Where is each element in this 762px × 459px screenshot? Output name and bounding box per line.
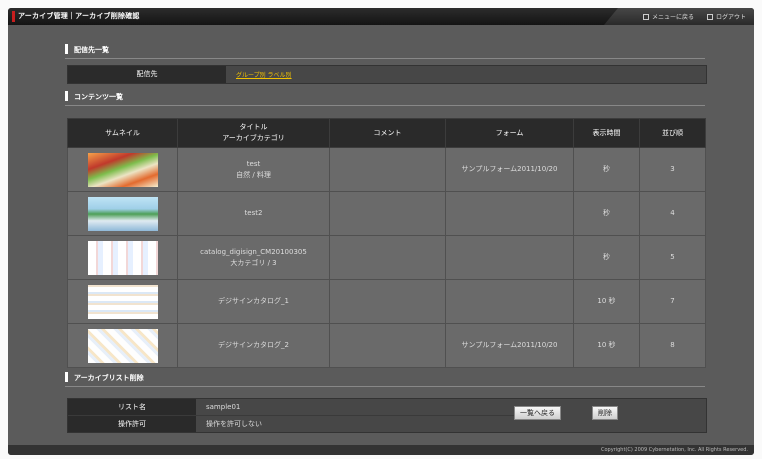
comment-cell	[329, 279, 446, 324]
thumbnail-image[interactable]	[87, 196, 158, 231]
form-cell	[445, 279, 574, 324]
logout-link-label: ログアウト	[715, 14, 746, 21]
logout-link[interactable]: ログアウト	[706, 12, 746, 21]
logout-icon	[706, 14, 713, 20]
time-cell: 秒	[573, 147, 640, 192]
contents-table: サムネイル タイトルアーカイブカテゴリ コメント フォーム 表示時間 並び順 t…	[67, 118, 706, 368]
list-name-label: リスト名	[68, 399, 196, 415]
comment-cell	[329, 235, 446, 280]
time-cell: 秒	[573, 191, 640, 236]
title-cell: デジサインカタログ_1	[177, 279, 330, 324]
section-delete-heading: アーカイブリスト削除	[65, 372, 705, 387]
thumbnail-image[interactable]	[87, 152, 158, 187]
thumbnail-image[interactable]	[87, 284, 158, 319]
table-row: test2 秒 4	[67, 191, 706, 236]
menu-link[interactable]: メニューに戻る	[642, 12, 694, 21]
thumbnail-cell	[67, 323, 178, 368]
title-cell: test 自然 / 料理	[177, 147, 330, 192]
thumbnail-cell	[67, 191, 178, 236]
col-title: タイトルアーカイブカテゴリ	[177, 118, 330, 148]
comment-cell	[329, 147, 446, 192]
brand-mark	[12, 11, 15, 22]
section-title: 配信先一覧	[74, 46, 109, 54]
order-cell: 3	[639, 147, 706, 192]
section-title: アーカイブリスト削除	[74, 374, 144, 382]
app-window: アーカイブ管理｜アーカイブ削除確認 メニューに戻る ログアウト 配信先一覧 配信…	[8, 8, 754, 455]
form-cell: サンプルフォーム2011/10/20	[445, 323, 574, 368]
section-marker	[65, 44, 68, 54]
footer-copyright: Copyright(C) 2009 Cybernetation, Inc. Al…	[8, 445, 754, 455]
thumbnail-cell	[67, 147, 178, 192]
back-to-list-button[interactable]: 一覧へ戻る	[514, 406, 561, 420]
time-cell: 秒	[573, 235, 640, 280]
home-icon	[642, 14, 649, 20]
table-row: デジサインカタログ_2 サンプルフォーム2011/10/20 10 秒 8	[67, 323, 706, 368]
order-cell: 5	[639, 235, 706, 280]
top-bar: アーカイブ管理｜アーカイブ削除確認 メニューに戻る ログアウト	[8, 8, 754, 25]
order-cell: 8	[639, 323, 706, 368]
form-cell	[445, 235, 574, 280]
destination-label: 配信先	[68, 66, 226, 83]
row-category: 自然 / 料理	[236, 170, 271, 179]
time-cell: 10 秒	[573, 323, 640, 368]
order-cell: 7	[639, 279, 706, 324]
destination-link[interactable]: グループ別 ラベル別	[236, 70, 292, 79]
form-cell	[445, 191, 574, 236]
permission-value: 操作を許可しない	[206, 420, 262, 428]
col-thumbnail: サムネイル	[67, 118, 178, 148]
row-category: 大カテゴリ / 3	[230, 258, 277, 267]
row-title: catalog_digisign_CM20100305	[200, 247, 307, 256]
table-header-row: サムネイル タイトルアーカイブカテゴリ コメント フォーム 表示時間 並び順	[67, 118, 706, 148]
thumbnail-cell	[67, 279, 178, 324]
list-name-value: sample01	[206, 403, 241, 411]
table-row: デジサインカタログ_1 10 秒 7	[67, 279, 706, 324]
order-cell: 4	[639, 191, 706, 236]
page-title: アーカイブ管理｜アーカイブ削除確認	[18, 12, 140, 20]
thumbnail-image[interactable]	[87, 240, 158, 275]
table-row: catalog_digisign_CM20100305 大カテゴリ / 3 秒 5	[67, 235, 706, 280]
thumbnail-image[interactable]	[87, 328, 158, 363]
row-title: デジサインカタログ_1	[218, 297, 289, 305]
col-form: フォーム	[445, 118, 574, 148]
col-order: 並び順	[639, 118, 706, 148]
row-title: test2	[244, 209, 263, 217]
thumbnail-cell	[67, 235, 178, 280]
destination-row: 配信先 グループ別 ラベル別	[67, 65, 707, 84]
table-row: test 自然 / 料理 サンプルフォーム2011/10/20 秒 3	[67, 147, 706, 192]
comment-cell	[329, 323, 446, 368]
time-cell: 10 秒	[573, 279, 640, 324]
title-cell: デジサインカタログ_2	[177, 323, 330, 368]
section-destination-heading: 配信先一覧	[65, 44, 705, 59]
col-title-line1: タイトル	[239, 123, 268, 131]
title-cell: catalog_digisign_CM20100305 大カテゴリ / 3	[177, 235, 330, 280]
section-marker	[65, 372, 68, 382]
title-cell: test2	[177, 191, 330, 236]
row-title: デジサインカタログ_2	[218, 341, 289, 349]
row-title: test	[246, 159, 261, 168]
col-display-time: 表示時間	[573, 118, 640, 148]
comment-cell	[329, 191, 446, 236]
form-cell: サンプルフォーム2011/10/20	[445, 147, 574, 192]
delete-button[interactable]: 削除	[592, 406, 618, 420]
section-marker	[65, 91, 68, 101]
section-title: コンテンツ一覧	[74, 93, 123, 101]
section-contents-heading: コンテンツ一覧	[65, 91, 705, 106]
col-comment: コメント	[329, 118, 446, 148]
permission-label: 操作許可	[68, 416, 196, 432]
col-title-line2: アーカイブカテゴリ	[222, 134, 285, 142]
menu-link-label: メニューに戻る	[651, 14, 694, 21]
